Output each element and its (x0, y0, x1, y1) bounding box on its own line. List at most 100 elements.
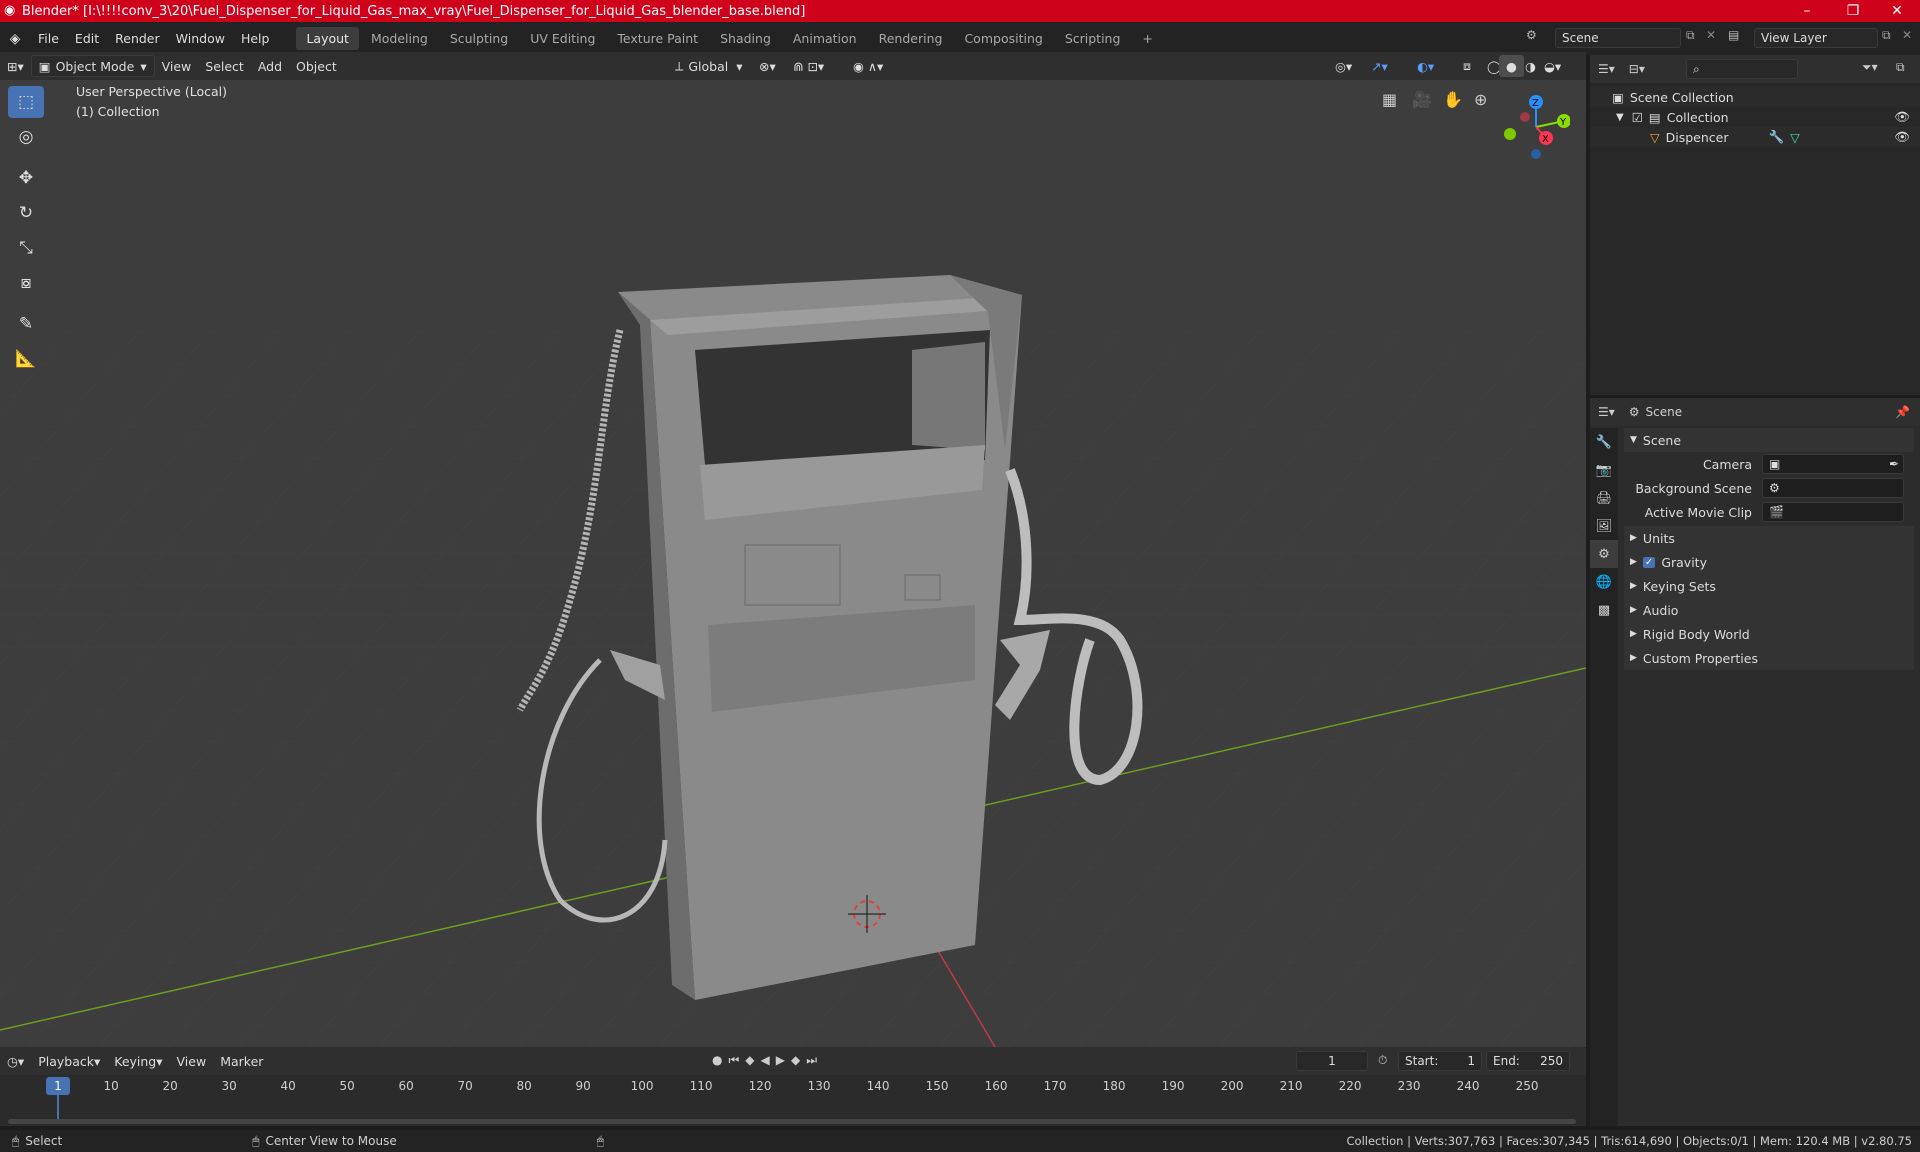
timeline-scrollbar[interactable] (8, 1119, 1576, 1124)
texture-tab-icon[interactable]: ▩ (1590, 596, 1618, 624)
outliner-row-scene-collection[interactable]: ▣ Scene Collection (1590, 87, 1920, 107)
rendered-shading-icon[interactable]: ◒▾ (1537, 55, 1568, 77)
pivot-icon[interactable]: ⊗▾ (752, 55, 783, 77)
timeline-ruler[interactable]: 1 10 20 30 40 50 60 70 80 90 100 110 120 130 140 150 160… (0, 1047, 1586, 1126)
properties-editor-icon[interactable]: ☰▾ (1598, 405, 1615, 419)
measure-tool-icon[interactable]: 📐 (8, 343, 44, 375)
transform-tool-icon[interactable]: ⧇ (8, 267, 44, 299)
viewport-menu-view[interactable]: View (155, 55, 199, 77)
blender-menu-icon[interactable]: ◈ (0, 31, 30, 47)
menu-render[interactable]: Render (107, 22, 168, 55)
tab-scripting[interactable]: Scripting (1055, 27, 1131, 50)
display-mode-icon[interactable]: ⊟▾ (1629, 62, 1645, 76)
render-tab-icon[interactable]: 📷 (1590, 456, 1618, 484)
new-view-layer-icon[interactable]: ⧉ (1882, 28, 1891, 43)
delete-view-layer-icon[interactable]: ✕ (1902, 28, 1912, 42)
close-button[interactable]: ✕ (1874, 0, 1920, 22)
tab-layout[interactable]: Layout (296, 27, 359, 50)
orientation-label: Global (688, 58, 729, 74)
xray-icon[interactable]: ⧈ (1456, 55, 1478, 77)
viewport-3d[interactable]: User Perspective (Local) (1) Collection … (0, 80, 1586, 1047)
viewport-menu-select[interactable]: Select (198, 55, 251, 77)
outliner-editor-icon[interactable]: ☰▾ (1598, 62, 1615, 76)
proportional-edit-icon[interactable]: ◉ ∧▾ (846, 55, 890, 77)
units-panel-header[interactable]: ▶ Units (1624, 526, 1914, 550)
output-tab-icon[interactable]: 🖨 (1590, 484, 1618, 512)
tab-animation[interactable]: Animation (783, 27, 867, 50)
rotate-tool-icon[interactable]: ↻ (8, 197, 44, 229)
eyedropper-icon[interactable]: ✒ (1889, 457, 1899, 471)
pan-hand-icon[interactable]: ✋ (1443, 90, 1463, 109)
view-layer-selector[interactable]: View Layer (1754, 28, 1878, 48)
zoom-icon[interactable]: ⊕ (1474, 90, 1487, 109)
move-tool-icon[interactable]: ✥ (8, 162, 44, 194)
gravity-checkbox[interactable]: ✓ (1642, 556, 1656, 568)
cursor-tool-icon[interactable]: ◎ (8, 121, 44, 153)
camera-view-icon[interactable]: 🎥 (1412, 90, 1432, 109)
custom-properties-panel-header[interactable]: ▶ Custom Properties (1624, 646, 1914, 670)
expand-arrow-icon[interactable]: ▼ (1616, 112, 1624, 123)
annotate-tool-icon[interactable]: ✎ (8, 308, 44, 340)
tab-rendering[interactable]: Rendering (869, 27, 953, 50)
snap-icon[interactable]: ⋒ ⊡▾ (786, 55, 831, 77)
viewport-menu-add[interactable]: Add (251, 55, 289, 77)
add-workspace-button[interactable]: + (1132, 27, 1162, 50)
movie-clip-field[interactable]: 🎬 (1762, 502, 1904, 522)
tab-texture-paint[interactable]: Texture Paint (607, 27, 708, 50)
new-collection-icon[interactable]: ⧉ (1896, 60, 1905, 75)
audio-panel-header[interactable]: ▶ Audio (1624, 598, 1914, 622)
view-layer-tab-icon[interactable]: 🖼 (1590, 512, 1618, 540)
tab-uv-editing[interactable]: UV Editing (520, 27, 605, 50)
visibility-icon[interactable]: ◎▾ (1328, 55, 1359, 77)
mode-selector[interactable]: ▣ Object Mode ▾ (30, 55, 155, 77)
custom-properties-label: Custom Properties (1642, 650, 1758, 666)
scene-selector[interactable]: Scene (1555, 28, 1681, 48)
orientation-icon: ⟂ (675, 58, 684, 73)
orientation-selector[interactable]: ⟂ Global ▾ (668, 55, 750, 77)
eye-icon[interactable]: 👁 (1894, 129, 1910, 145)
outliner-row-dispencer[interactable]: ▽ Dispencer 🔧 ▽ 👁 (1590, 127, 1920, 147)
filter-icon[interactable]: ⏷▾ (1862, 60, 1878, 75)
outliner-tree: ▣ Scene Collection ▼ ☑ ▤ Collection 👁 ▽ Dispen… (1590, 83, 1920, 147)
timeline-tick: 60 (398, 1079, 414, 1093)
menu-file[interactable]: File (30, 22, 67, 55)
scene-panel-header[interactable]: ▼ Scene (1624, 428, 1914, 452)
scene-tab-icon[interactable]: ⚙ (1590, 540, 1618, 568)
rigid-body-panel-header[interactable]: ▶ Rigid Body World (1624, 622, 1914, 646)
outliner-row-collection[interactable]: ▼ ☑ ▤ Collection 👁 (1590, 107, 1920, 127)
gizmo-toggle-icon[interactable]: ↗▾ (1364, 55, 1395, 77)
checkbox-icon[interactable]: ☑ (1632, 110, 1643, 125)
pin-icon[interactable]: 📌 (1895, 405, 1910, 419)
menu-window[interactable]: Window (168, 22, 233, 55)
properties-header: ☰▾ ⚙ Scene 📌 (1590, 398, 1920, 426)
minimize-button[interactable]: – (1784, 0, 1830, 22)
world-tab-icon[interactable]: 🌐 (1590, 568, 1618, 596)
modifier-wrench-icon[interactable]: 🔧 (1769, 129, 1785, 145)
tab-shading[interactable]: Shading (710, 27, 781, 50)
select-box-tool-icon[interactable]: ⬚ (8, 86, 44, 118)
navigation-gizmo[interactable]: Z Y X (1490, 84, 1570, 164)
tab-compositing[interactable]: Compositing (954, 27, 1052, 50)
keying-sets-panel-header[interactable]: ▶ Keying Sets (1624, 574, 1914, 598)
background-scene-field[interactable]: ⚙ (1762, 478, 1904, 498)
overlay-toggle-icon[interactable]: ◐▾ (1410, 55, 1441, 77)
mesh-object-icon: ▽ (1650, 129, 1660, 145)
properties-context-label: Scene (1645, 405, 1683, 419)
grid-view-icon[interactable]: ▦ (1382, 90, 1397, 109)
menu-help[interactable]: Help (233, 22, 278, 55)
restore-button[interactable]: ❐ (1830, 0, 1876, 22)
gravity-panel-header[interactable]: ▶ ✓ Gravity (1624, 550, 1914, 574)
scale-tool-icon[interactable]: ⤡ (8, 232, 44, 264)
editor-type-icon[interactable]: ⊞▾ (0, 55, 31, 77)
camera-field[interactable]: ▣ ✒ (1762, 454, 1904, 474)
eye-icon[interactable]: 👁 (1894, 109, 1910, 125)
mesh-data-icon[interactable]: ▽ (1790, 130, 1800, 145)
delete-scene-icon[interactable]: ✕ (1706, 28, 1716, 42)
tool-tab-icon[interactable]: 🔧 (1590, 428, 1618, 456)
viewport-menu-object[interactable]: Object (289, 55, 344, 77)
menu-edit[interactable]: Edit (67, 22, 107, 55)
tab-modeling[interactable]: Modeling (361, 27, 438, 50)
outliner-search-input[interactable]: ⌕ (1686, 59, 1798, 79)
tab-sculpting[interactable]: Sculpting (440, 27, 518, 50)
new-scene-icon[interactable]: ⧉ (1686, 28, 1695, 43)
